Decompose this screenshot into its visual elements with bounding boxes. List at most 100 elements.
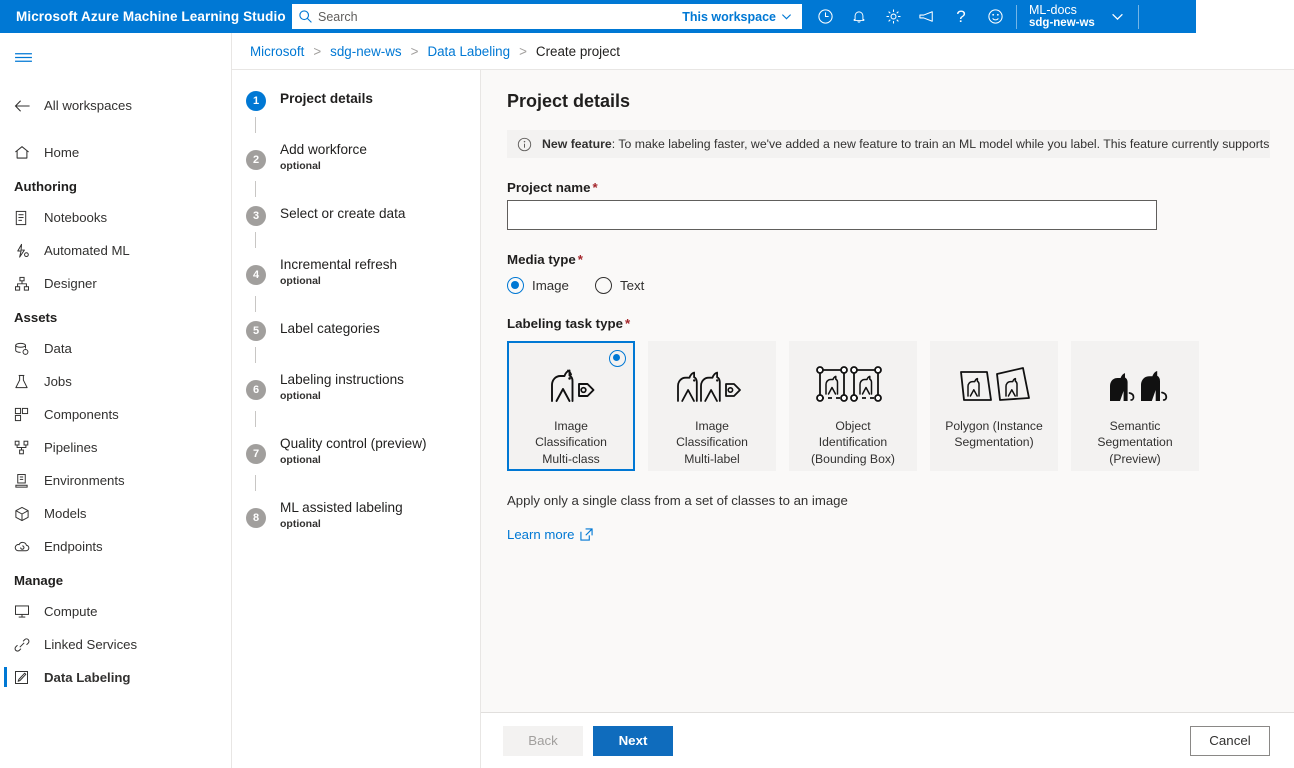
task-type-card-label-2: ImageClassificationMulti-label — [671, 418, 753, 467]
task-type-required-asterisk: * — [625, 316, 630, 331]
wizard-step-4[interactable]: 4 Incremental refresh optional — [232, 257, 480, 287]
task-type-label: Labeling task type* — [507, 316, 1270, 331]
feedback-smiley-icon[interactable] — [978, 0, 1012, 33]
sidebar-label-components: Components — [44, 407, 119, 422]
cancel-button[interactable]: Cancel — [1190, 726, 1270, 756]
jobs-flask-icon — [14, 374, 44, 390]
media-type-radio-image[interactable]: Image — [507, 277, 569, 294]
sidebar-item-pipelines[interactable]: Pipelines — [0, 431, 231, 464]
radio-circle-text — [595, 277, 612, 294]
sidebar-label-models: Models — [44, 506, 87, 521]
sidebar-item-compute[interactable]: Compute — [0, 595, 231, 628]
task-type-card-semantic-segmentation[interactable]: SemanticSegmentation(Preview) — [1071, 341, 1199, 471]
breadcrumb-item-workspace[interactable]: sdg-new-ws — [330, 44, 401, 59]
topbar-divider — [1016, 5, 1017, 29]
chevron-down-icon — [1111, 10, 1124, 23]
sidebar-item-notebooks[interactable]: Notebooks — [0, 201, 231, 234]
wizard-connector-2 — [255, 181, 256, 197]
account-info[interactable]: ML-docs sdg-new-ws — [1021, 3, 1101, 31]
task-type-card-image-classification-multi-label[interactable]: ImageClassificationMulti-label — [648, 341, 776, 471]
back-button[interactable]: Back — [503, 726, 583, 756]
sidebar-item-environments[interactable]: Environments — [0, 464, 231, 497]
sidebar-label-endpoints: Endpoints — [44, 539, 103, 554]
wizard-step-2[interactable]: 2 Add workforce optional — [232, 142, 480, 172]
topbar-divider-2 — [1138, 5, 1139, 29]
bell-icon[interactable] — [842, 0, 876, 33]
account-menu-chevron[interactable] — [1101, 10, 1134, 23]
automated-ml-icon — [14, 243, 44, 259]
breadcrumb-item-microsoft[interactable]: Microsoft — [250, 44, 304, 59]
sidebar-item-components[interactable]: Components — [0, 398, 231, 431]
history-icon[interactable] — [808, 0, 842, 33]
wizard-step-3[interactable]: 3 Select or create data — [232, 206, 480, 223]
task-type-label-text: Labeling task type — [507, 316, 623, 331]
top-navigation-bar: Microsoft Azure Machine Learning Studio … — [0, 0, 1196, 33]
wizard-step-5[interactable]: 5 Label categories — [232, 321, 480, 338]
sidebar-label-environments: Environments — [44, 473, 125, 488]
project-name-label-text: Project name — [507, 180, 591, 195]
search-input[interactable] — [318, 10, 674, 24]
project-name-label: Project name* — [507, 180, 1270, 195]
wizard-step-8-number: 8 — [246, 508, 266, 528]
search-icon — [292, 9, 318, 24]
task-type-card-group: ImageClassificationMulti-class — [507, 341, 1270, 471]
sidebar-item-models[interactable]: Models — [0, 497, 231, 530]
global-search[interactable]: This workspace — [292, 4, 802, 29]
sidebar-item-all-workspaces[interactable]: All workspaces — [0, 89, 231, 122]
sidebar-label-pipelines: Pipelines — [44, 440, 98, 455]
back-arrow-icon — [14, 99, 44, 113]
wizard-step-1[interactable]: 1 Project details — [232, 91, 480, 108]
breadcrumb-item-data-labeling[interactable]: Data Labeling — [427, 44, 510, 59]
task-type-card-label-3: ObjectIdentification(Bounding Box) — [806, 418, 900, 467]
sidebar-item-home[interactable]: Home — [0, 136, 231, 169]
wizard-step-4-optional: optional — [280, 275, 480, 287]
wizard-step-8[interactable]: 8 ML assisted labeling optional — [232, 500, 480, 530]
sidebar-label-automated-ml: Automated ML — [44, 243, 130, 258]
app-root: Microsoft Azure Machine Learning Studio … — [0, 0, 1294, 768]
project-name-input[interactable] — [507, 200, 1157, 230]
sidebar-item-automated-ml[interactable]: Automated ML — [0, 234, 231, 267]
compute-monitor-icon — [14, 604, 44, 619]
wizard-step-5-title: Label categories — [280, 321, 480, 338]
banner-strong: New feature — [542, 137, 612, 151]
sidebar-item-endpoints[interactable]: Endpoints — [0, 530, 231, 563]
search-scope-selector[interactable]: This workspace — [674, 4, 802, 29]
wizard-step-1-number: 1 — [246, 91, 266, 111]
learn-more-label: Learn more — [507, 527, 574, 542]
account-directory: ML-docs — [1029, 3, 1095, 17]
sidebar-item-jobs[interactable]: Jobs — [0, 365, 231, 398]
nav-spacer-1 — [0, 75, 231, 89]
wizard-step-1-title: Project details — [280, 91, 480, 108]
task-type-card-polygon-instance-segmentation[interactable]: Polygon (InstanceSegmentation) — [930, 341, 1058, 471]
sidebar-item-data-labeling[interactable]: Data Labeling — [0, 661, 231, 694]
media-type-option-label-text: Text — [620, 278, 644, 293]
media-type-radio-text[interactable]: Text — [595, 277, 644, 294]
designer-icon — [14, 276, 44, 292]
topbar-right-filler — [1196, 0, 1294, 33]
wizard-step-6[interactable]: 6 Labeling instructions optional — [232, 372, 480, 402]
external-link-icon — [580, 528, 593, 541]
wizard-step-8-optional: optional — [280, 518, 480, 530]
media-type-radio-group: Image Text — [507, 277, 1270, 294]
home-icon — [14, 145, 44, 160]
sidebar-label-designer: Designer — [44, 276, 97, 291]
media-type-required-asterisk: * — [578, 252, 583, 267]
megaphone-icon[interactable] — [910, 0, 944, 33]
task-type-card-object-identification[interactable]: ObjectIdentification(Bounding Box) — [789, 341, 917, 471]
task-type-card-image-classification-multi-class[interactable]: ImageClassificationMulti-class — [507, 341, 635, 471]
learn-more-link[interactable]: Learn more — [507, 527, 593, 542]
hamburger-menu-icon[interactable] — [0, 39, 46, 75]
gear-icon[interactable] — [876, 0, 910, 33]
wizard-step-7[interactable]: 7 Quality control (preview) optional — [232, 436, 480, 466]
sidebar-item-designer[interactable]: Designer — [0, 267, 231, 300]
sidebar-label-home: Home — [44, 145, 79, 160]
linked-services-icon — [14, 637, 44, 653]
endpoints-icon — [14, 539, 44, 554]
next-button[interactable]: Next — [593, 726, 673, 756]
sidebar-item-linked-services[interactable]: Linked Services — [0, 628, 231, 661]
help-icon[interactable]: ? — [944, 0, 978, 33]
sidebar-item-data[interactable]: Data — [0, 332, 231, 365]
search-scope-label: This workspace — [682, 10, 776, 24]
media-type-label: Media type* — [507, 252, 1270, 267]
account-workspace: sdg-new-ws — [1029, 17, 1095, 30]
